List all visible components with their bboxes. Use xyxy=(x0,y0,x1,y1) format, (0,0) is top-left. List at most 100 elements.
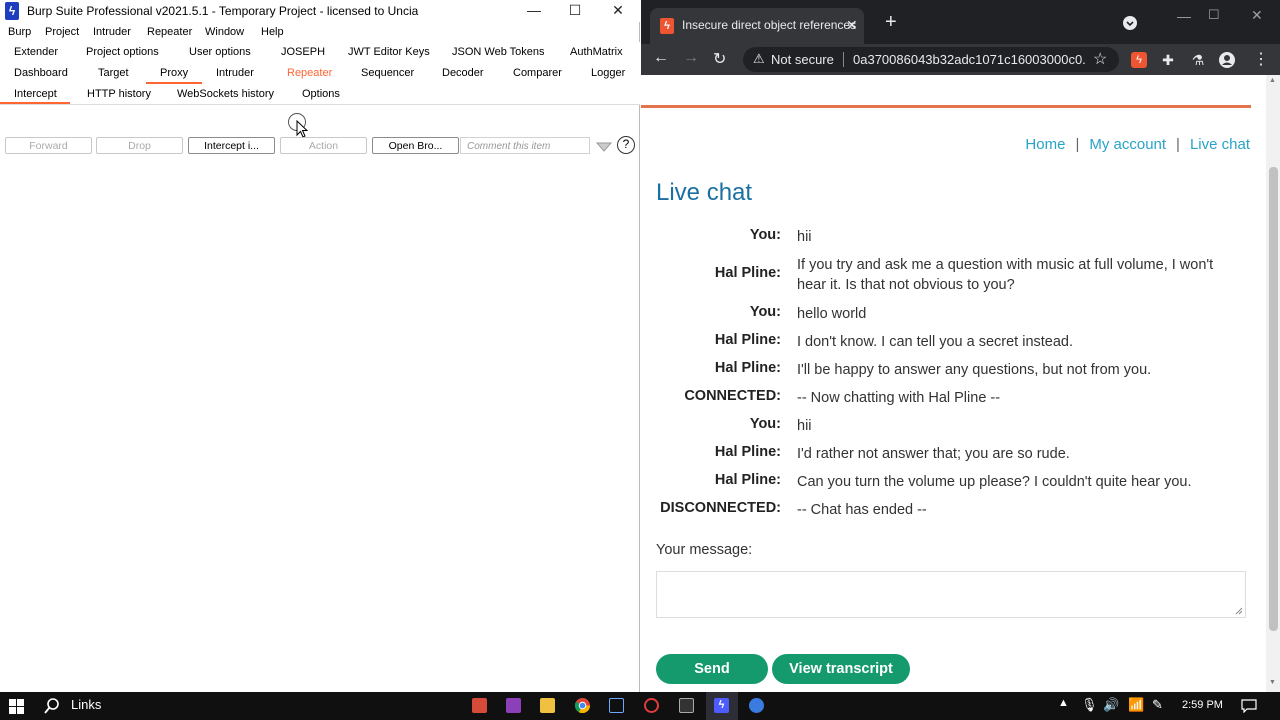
file-explorer-icon[interactable] xyxy=(540,698,555,713)
drop-button[interactable]: Drop xyxy=(96,137,183,154)
close-icon[interactable]: ✕ xyxy=(598,0,638,22)
scroll-down-icon[interactable]: ▼ xyxy=(1269,679,1276,686)
menu-burp[interactable]: Burp xyxy=(8,26,31,38)
tab-user-options[interactable]: User options xyxy=(189,46,251,58)
tab-json-web-tokens[interactable]: JSON Web Tokens xyxy=(452,46,545,58)
windows-start-icon[interactable] xyxy=(9,699,24,714)
tab-repeater[interactable]: Repeater xyxy=(287,67,332,79)
browser-taskbar-icon[interactable] xyxy=(749,698,764,713)
message-textarea[interactable] xyxy=(656,571,1246,618)
reload-icon[interactable]: ↻ xyxy=(713,49,726,69)
tab-close-icon[interactable]: ✕ xyxy=(846,17,858,34)
forward-button[interactable]: Forward xyxy=(5,137,92,154)
bookmark-star-icon[interactable]: ☆ xyxy=(1093,49,1107,69)
forward-icon[interactable]: → xyxy=(683,49,699,67)
chrome-taskbar-icon[interactable] xyxy=(575,698,590,713)
chat-text: I'd rather not answer that; you are so r… xyxy=(797,446,1070,462)
maximize-icon[interactable]: ☐ xyxy=(555,0,595,22)
nav-my-account[interactable]: My account xyxy=(1089,136,1166,153)
chat-author: Hal Pline: xyxy=(714,265,781,281)
tab-logger[interactable]: Logger xyxy=(591,67,625,79)
tab-target[interactable]: Target xyxy=(98,67,129,79)
url-text[interactable]: 0a370086043b32adc1071c16003000c0.web-sec… xyxy=(853,52,1085,67)
scrollbar-thumb[interactable] xyxy=(1269,167,1278,631)
taskbar-app-icon[interactable] xyxy=(472,698,487,713)
profile-avatar-icon[interactable] xyxy=(1219,52,1235,68)
burp-window: ϟ Burp Suite Professional v2021.5.1 - Te… xyxy=(0,0,640,692)
subtab-websockets-history[interactable]: WebSockets history xyxy=(177,88,274,100)
web-page: Home | My account | Live chat Live chat You:… xyxy=(641,75,1266,692)
subtab-http-history[interactable]: HTTP history xyxy=(87,88,151,100)
menu-help[interactable]: Help xyxy=(261,26,284,38)
virtualbox-icon[interactable] xyxy=(609,698,624,713)
nav-live-chat[interactable]: Live chat xyxy=(1190,136,1250,153)
notifications-icon[interactable] xyxy=(1241,699,1257,713)
header-rule xyxy=(641,105,1251,108)
tab-sequencer[interactable]: Sequencer xyxy=(361,67,414,79)
open-browser-button[interactable]: Open Bro... xyxy=(372,137,459,154)
network-icon[interactable]: 📶 xyxy=(1128,697,1144,713)
record-icon[interactable] xyxy=(644,698,659,713)
tab-proxy[interactable]: Proxy xyxy=(160,67,188,79)
extensions-puzzle-icon[interactable]: ✚ xyxy=(1160,52,1176,68)
new-tab-icon[interactable]: + xyxy=(885,11,897,34)
terminal-icon[interactable] xyxy=(679,698,694,713)
search-icon[interactable] xyxy=(44,698,59,714)
comment-input[interactable]: Comment this item xyxy=(460,137,590,154)
burp-extension-icon[interactable]: ϟ xyxy=(1131,52,1147,68)
tab-jwt-editor-keys[interactable]: JWT Editor Keys xyxy=(348,46,430,58)
labs-flask-icon[interactable]: ⚗ xyxy=(1190,52,1206,68)
tab-joseph[interactable]: JOSEPH xyxy=(281,46,325,58)
chat-author: You: xyxy=(749,304,781,320)
chat-author: Hal Pline: xyxy=(714,472,781,488)
chat-text: -- Now chatting with Hal Pline -- xyxy=(797,390,1001,406)
taskbar-search-label[interactable]: Links xyxy=(71,697,101,712)
chrome-maximize-icon[interactable]: ☐ xyxy=(1208,7,1220,23)
chat-text: hii xyxy=(797,418,812,434)
subtab-intercept[interactable]: Intercept xyxy=(14,88,57,100)
volume-icon[interactable]: 🔊 xyxy=(1103,697,1119,713)
highlight-icon[interactable] xyxy=(595,140,613,152)
burp-tabs-row1: Extender Project options User options JO… xyxy=(0,42,640,63)
tab-authmatrix[interactable]: AuthMatrix xyxy=(570,46,623,58)
view-transcript-button[interactable]: View transcript xyxy=(772,654,910,684)
subtab-options[interactable]: Options xyxy=(302,88,340,100)
minimize-icon[interactable]: — xyxy=(514,0,554,22)
pen-icon[interactable]: ✎ xyxy=(1152,697,1163,713)
page-scrollbar[interactable]: ▲ ▼ xyxy=(1266,75,1280,692)
nav-home[interactable]: Home xyxy=(1025,136,1065,153)
proxy-subtabs: Intercept HTTP history WebSockets histor… xyxy=(0,84,640,104)
menu-repeater[interactable]: Repeater xyxy=(147,26,192,38)
chrome-menu-icon[interactable]: ⋮ xyxy=(1253,49,1269,69)
clock[interactable]: 2:59 PM xyxy=(1182,699,1223,711)
tab-intruder[interactable]: Intruder xyxy=(216,67,254,79)
menu-project[interactable]: Project xyxy=(45,26,79,38)
intercept-toggle-button[interactable]: Intercept i... xyxy=(188,137,275,154)
not-secure-label: Not secure xyxy=(771,52,834,67)
tab-decoder[interactable]: Decoder xyxy=(442,67,484,79)
chrome-window: ϟ Insecure direct object references ✕ + … xyxy=(641,0,1280,692)
back-icon[interactable]: ← xyxy=(653,49,669,67)
burp-titlebar: ϟ Burp Suite Professional v2021.5.1 - Te… xyxy=(0,0,640,22)
chrome-minimize-icon[interactable]: — xyxy=(1177,8,1191,24)
menu-intruder[interactable]: Intruder xyxy=(93,26,131,38)
chrome-close-icon[interactable]: ✕ xyxy=(1251,7,1263,24)
subtab-divider xyxy=(0,104,640,105)
menu-window[interactable]: Window xyxy=(205,26,244,38)
browser-tab[interactable]: ϟ Insecure direct object references ✕ xyxy=(650,8,864,44)
tab-extender[interactable]: Extender xyxy=(14,46,58,58)
tray-chevron-icon[interactable]: ▲ xyxy=(1058,697,1069,709)
tab-project-options[interactable]: Project options xyxy=(86,46,159,58)
tab-comparer[interactable]: Comparer xyxy=(513,67,562,79)
burp-taskbar-icon[interactable]: ϟ xyxy=(714,698,729,713)
tab-dashboard[interactable]: Dashboard xyxy=(14,67,68,79)
resize-handle-icon[interactable] xyxy=(1235,607,1243,615)
send-button[interactable]: Send xyxy=(656,654,768,684)
microphone-icon[interactable]: 🎙 xyxy=(1081,697,1098,713)
onenote-icon[interactable] xyxy=(506,698,521,713)
address-bar[interactable]: ⚠ Not secure 0a370086043b32adc1071c16003… xyxy=(743,47,1119,72)
tab-search-icon[interactable] xyxy=(1123,16,1137,30)
action-button[interactable]: Action xyxy=(280,137,367,154)
scroll-up-icon[interactable]: ▲ xyxy=(1269,77,1276,84)
help-icon[interactable]: ? xyxy=(617,136,635,154)
